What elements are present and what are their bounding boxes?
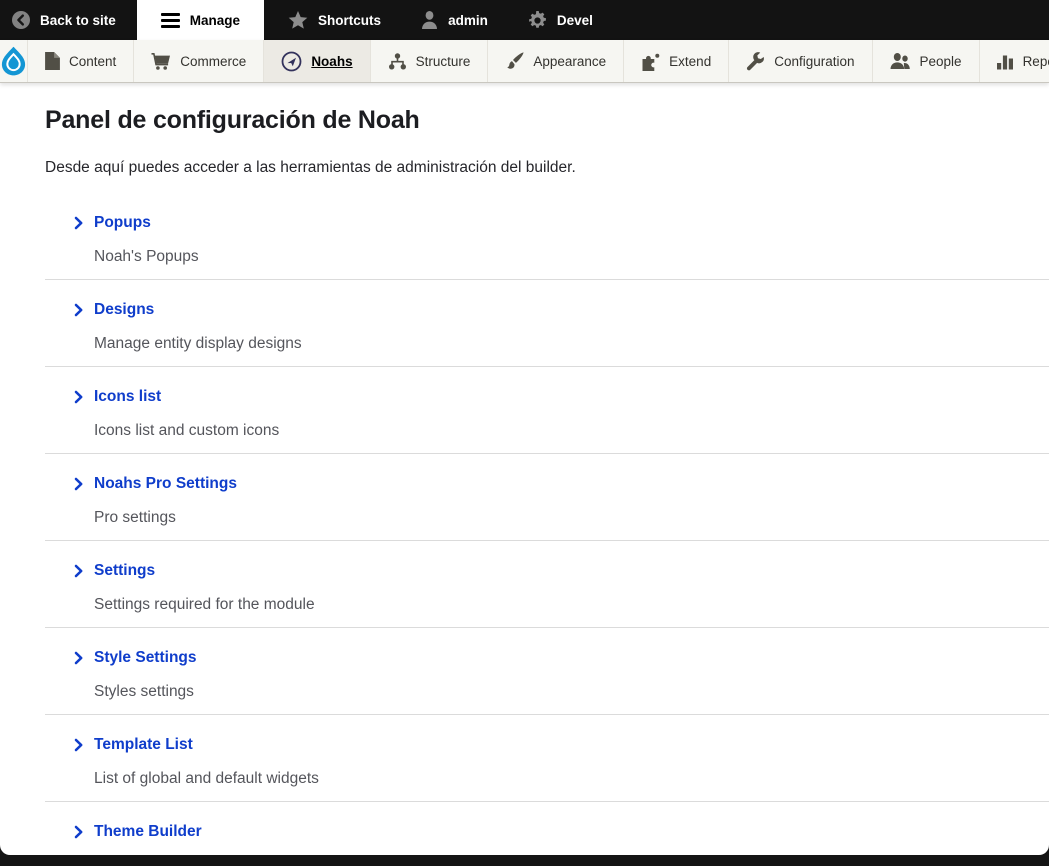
tray-label-appearance: Appearance (533, 53, 607, 69)
back-to-site-button[interactable]: Back to site (0, 0, 132, 40)
noahs-circle-plane-icon (281, 51, 302, 72)
chevron-right-icon (73, 564, 85, 578)
tray-label-configuration: Configuration (774, 53, 855, 69)
list-item: Designs Manage entity display designs (45, 280, 1049, 367)
tray-item-people[interactable]: People (873, 40, 980, 82)
shortcuts-label: Shortcuts (318, 12, 382, 28)
tray-label-reports: Reports (1022, 53, 1049, 69)
admin-link-description: Icons list and custom icons (94, 422, 280, 439)
admin-link-label: Theme Builder (94, 823, 202, 840)
chevron-right-icon (73, 651, 85, 665)
tray-item-appearance[interactable]: Appearance (488, 40, 625, 82)
bottom-strip (0, 855, 1049, 866)
admin-user-label: admin (448, 12, 488, 28)
hamburger-icon (160, 12, 180, 28)
page-title: Panel de configuración de Noah (45, 106, 420, 134)
cart-icon (151, 52, 171, 70)
list-item: Style Settings Styles settings (45, 628, 1049, 715)
admin-link[interactable]: Noahs Pro Settings (45, 474, 237, 494)
admin-link-description: Pro settings (94, 509, 176, 526)
page-description: Desde aquí puedes acceder a las herramie… (45, 159, 576, 176)
file-icon (45, 52, 60, 70)
manage-label: Manage (189, 12, 241, 28)
tray-label-structure: Structure (415, 53, 471, 69)
admin-link-description: Noah's Popups (94, 248, 199, 265)
people-icon (890, 52, 911, 70)
admin-link-label: Settings (94, 562, 156, 579)
devel-label: Devel (556, 12, 593, 28)
back-icon (12, 11, 30, 29)
admin-user-button[interactable]: admin (405, 0, 504, 40)
list-item: Noahs Pro Settings Pro settings (45, 454, 1049, 541)
tray-item-extend[interactable]: Extend (624, 40, 730, 82)
chevron-right-icon (73, 477, 85, 491)
chevron-right-icon (73, 825, 85, 839)
admin-link[interactable]: Style Settings (45, 648, 197, 668)
chevron-right-icon (73, 390, 85, 404)
list-item: Template List List of global and default… (45, 715, 1049, 802)
user-icon (421, 11, 438, 29)
tray-item-structure[interactable]: Structure (371, 40, 489, 82)
shortcuts-button[interactable]: Shortcuts (272, 0, 397, 40)
tray-item-content[interactable]: Content (28, 40, 135, 82)
tray-label-people: People (919, 53, 962, 69)
tray-item-commerce[interactable]: Commerce (134, 40, 265, 82)
tray-label-extend: Extend (669, 53, 712, 69)
tray-label-commerce: Commerce (180, 53, 247, 69)
devel-button[interactable]: Devel (512, 0, 609, 40)
page-content: Panel de configuración de Noah Desde aqu… (0, 83, 1049, 855)
tray-item-reports[interactable]: Reports (980, 40, 1049, 82)
screen: Back to site Manage Shortcuts admin Deve (0, 0, 1049, 866)
puzzle-icon (641, 52, 660, 71)
list-item: Icons list Icons list and custom icons (45, 367, 1049, 454)
chevron-right-icon (73, 216, 85, 230)
admin-toolbar: Back to site Manage Shortcuts admin Deve (0, 0, 1049, 40)
admin-link-label: Noahs Pro Settings (94, 475, 237, 492)
drupal-logo-icon (0, 46, 27, 76)
admin-link-label: Template List (94, 736, 193, 753)
sitemap-icon (388, 52, 407, 70)
admin-link-label: Icons list (94, 388, 162, 405)
manage-tab[interactable]: Manage (136, 0, 265, 40)
admin-link-label: Popups (94, 214, 151, 231)
tray-label-noahs: Noahs (311, 53, 353, 69)
tray-label-content: Content (69, 53, 117, 69)
admin-link[interactable]: Icons list (45, 387, 161, 407)
chevron-right-icon (73, 738, 85, 752)
admin-link-description: List of global and default widgets (94, 770, 319, 787)
tray-item-configuration[interactable]: Configuration (729, 40, 873, 82)
wrench-icon (746, 51, 765, 71)
chevron-right-icon (73, 303, 85, 317)
admin-links-list: Popups Noah's Popups Designs Manage enti… (45, 193, 1049, 855)
admin-link[interactable]: Popups (45, 213, 151, 233)
back-to-site-label: Back to site (40, 12, 116, 28)
bar-chart-icon (996, 53, 1014, 70)
list-item: Popups Noah's Popups (45, 193, 1049, 280)
paintbrush-icon (505, 52, 524, 70)
star-icon (288, 10, 308, 30)
admin-link-description: Settings required for the module (94, 596, 315, 613)
list-item: Settings Settings required for the modul… (45, 541, 1049, 628)
admin-link[interactable]: Designs (45, 300, 154, 320)
drupal-home-button[interactable] (0, 40, 28, 82)
gear-icon (528, 10, 547, 30)
tray-item-noahs[interactable]: Noahs (264, 40, 371, 82)
list-item: Theme Builder Build templates, header an… (45, 802, 1049, 855)
admin-link[interactable]: Theme Builder (45, 822, 202, 842)
admin-link-description: Manage entity display designs (94, 335, 302, 352)
admin-link-label: Style Settings (94, 649, 197, 666)
admin-link[interactable]: Settings (45, 561, 155, 581)
admin-link[interactable]: Template List (45, 735, 193, 755)
admin-link-label: Designs (94, 301, 155, 318)
admin-link-description: Styles settings (94, 683, 194, 700)
admin-tray: Content Commerce Noahs Structure Appeara (0, 40, 1049, 83)
